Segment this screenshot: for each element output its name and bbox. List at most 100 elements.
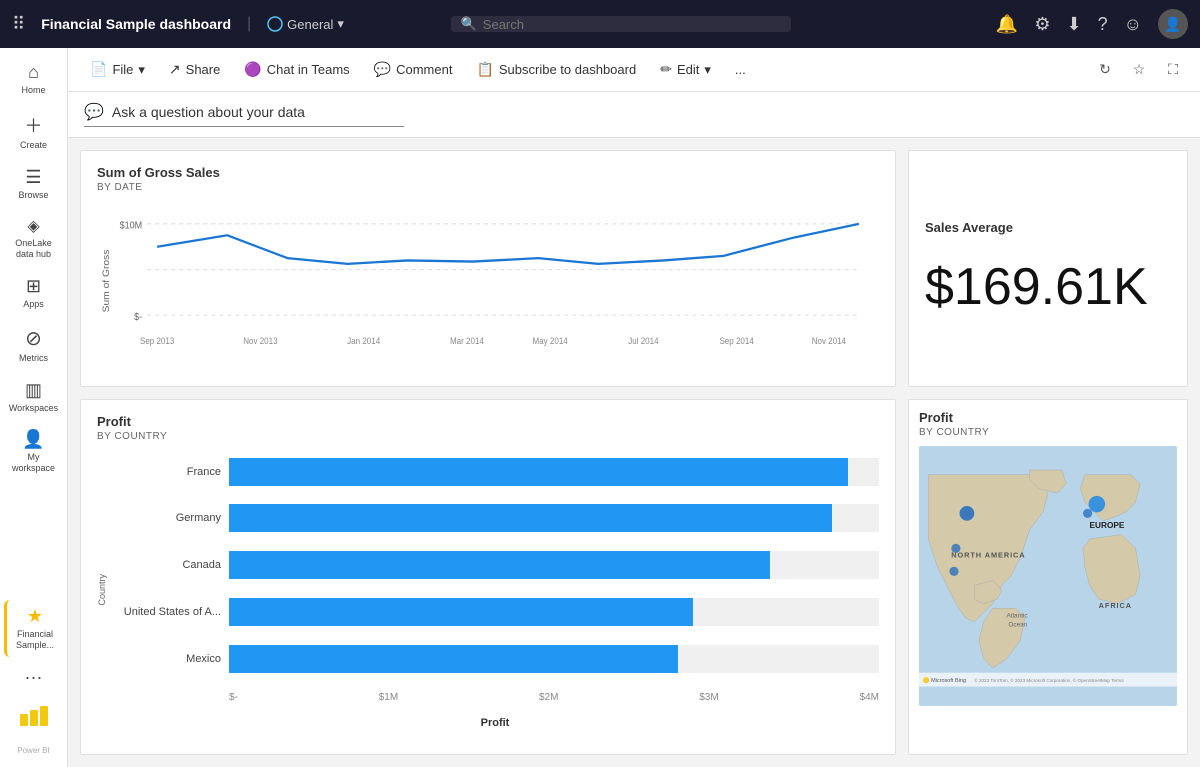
comment-button[interactable]: 💬 Comment	[364, 57, 463, 82]
bar-wrapper-usa	[229, 598, 879, 626]
bar-label-france: France	[111, 466, 221, 478]
svg-text:$-: $-	[134, 311, 142, 323]
edit-dropdown-icon: ▾	[704, 62, 711, 78]
ask-icon: 💬	[84, 102, 104, 122]
bar-row-france: France	[111, 454, 879, 490]
bar-wrapper-germany	[229, 504, 879, 532]
x-label-0: $-	[229, 692, 238, 703]
bar-fill-france	[229, 458, 848, 486]
map-subtitle: BY COUNTRY	[919, 427, 1177, 438]
ask-bar-inner[interactable]: 💬 Ask a question about your data	[84, 102, 404, 127]
download-icon[interactable]: ⬇	[1066, 14, 1081, 35]
feedback-icon[interactable]: ☺	[1124, 14, 1142, 35]
share-button[interactable]: ↗ Share	[159, 57, 230, 82]
browse-icon: ☰	[25, 167, 41, 188]
help-icon[interactable]: ?	[1098, 14, 1108, 35]
sales-avg-value: $169.61K	[925, 257, 1148, 317]
more-button[interactable]: ...	[725, 58, 756, 81]
svg-text:Sum of Gross: Sum of Gross	[102, 249, 112, 312]
bar-fill-mexico	[229, 645, 678, 673]
bar-chart-subtitle: BY COUNTRY	[97, 431, 879, 442]
sidebar-item-create[interactable]: ＋ Create	[4, 106, 64, 157]
bar-label-usa: United States of A...	[111, 606, 221, 618]
search-bar[interactable]: 🔍	[451, 16, 791, 32]
edit-icon: ✏	[660, 61, 672, 78]
bar-row-canada: Canada	[111, 547, 879, 583]
file-button[interactable]: 📄 File ▾	[80, 57, 155, 82]
notifications-icon[interactable]: 🔔	[996, 14, 1018, 35]
sidebar-item-more[interactable]: ···	[4, 661, 64, 694]
workspace-selector[interactable]: General ▾	[267, 16, 344, 32]
settings-icon[interactable]: ⚙	[1034, 14, 1050, 35]
bar-rows: France Germany	[111, 450, 879, 730]
svg-text:May 2014: May 2014	[533, 335, 568, 346]
sidebar-label-onelake: OneLake data hub	[12, 238, 56, 260]
svg-text:🟡 Microsoft Bing: 🟡 Microsoft Bing	[923, 675, 966, 683]
svg-text:Nov 2014: Nov 2014	[812, 335, 847, 346]
sidebar-item-financial-sample[interactable]: ★ Financial Sample...	[4, 600, 64, 657]
bar-x-axis-title: Profit	[111, 717, 879, 729]
powerbi-label: Power BI	[17, 746, 49, 755]
home-icon: ⌂	[28, 62, 39, 83]
bar-wrapper-mexico	[229, 645, 879, 673]
fullscreen-button[interactable]: ⛶	[1158, 55, 1188, 85]
svg-text:Ocean: Ocean	[1008, 621, 1027, 628]
more-label: ...	[735, 62, 746, 77]
my-workspace-icon: 👤	[22, 429, 44, 450]
svg-text:© 2023 TomTom, © 2023 Microsof: © 2023 TomTom, © 2023 Microsoft Corporat…	[974, 676, 1124, 682]
share-icon: ↗	[169, 61, 181, 78]
svg-text:EUROPE: EUROPE	[1089, 520, 1124, 530]
sidebar-label-browse: Browse	[18, 190, 48, 201]
line-chart-svg: $10M $- Sum of Gross Sep 2013 Nov 2013 J…	[97, 201, 879, 361]
file-label: File	[112, 62, 133, 77]
nav-icons-group: 🔔 ⚙ ⬇ ? ☺ 👤	[996, 9, 1188, 39]
bar-row-usa: United States of A...	[111, 594, 879, 630]
sidebar-item-browse[interactable]: ☰ Browse	[4, 161, 64, 207]
subscribe-button[interactable]: 📋 Subscribe to dashboard	[466, 57, 646, 82]
workspace-dropdown-icon: ▾	[337, 16, 344, 32]
bar-x-labels: $- $1M $2M $3M $4M	[111, 692, 879, 703]
edit-button[interactable]: ✏ Edit ▾	[650, 57, 721, 82]
favorite-button[interactable]: ☆	[1124, 55, 1154, 85]
sidebar-label-financial-sample: Financial Sample...	[15, 629, 56, 651]
x-label-2: $2M	[539, 692, 558, 703]
content-area: 📄 File ▾ ↗ Share 🟣 Chat in Teams 💬 Comme…	[68, 48, 1200, 767]
sidebar-label-home: Home	[21, 85, 45, 96]
map-container: NORTH AMERICA EUROPE Atlantic Ocean AFRI…	[919, 446, 1177, 706]
bar-row-germany: Germany	[111, 500, 879, 536]
sidebar-item-my-workspace[interactable]: 👤 My workspace	[4, 423, 64, 480]
svg-text:AFRICA: AFRICA	[1099, 601, 1132, 610]
search-icon: 🔍	[461, 16, 477, 32]
financial-sample-icon: ★	[27, 606, 43, 627]
bar-fill-canada	[229, 551, 770, 579]
apps-grid-icon[interactable]: ⠿	[12, 14, 25, 35]
onelake-icon: ◈	[27, 216, 39, 236]
comment-icon: 💬	[374, 61, 391, 78]
sidebar-item-home[interactable]: ⌂ Home	[4, 56, 64, 102]
line-chart-tile: Sum of Gross Sales BY DATE $10M $- Sum o…	[80, 150, 896, 387]
sidebar-item-apps[interactable]: ⊞ Apps	[4, 270, 64, 316]
dashboard-grid: Sum of Gross Sales BY DATE $10M $- Sum o…	[68, 138, 1200, 767]
app-title: Financial Sample dashboard	[41, 16, 231, 32]
x-label-3: $3M	[699, 692, 718, 703]
sales-avg-title: Sales Average	[925, 220, 1013, 235]
edit-label: Edit	[677, 62, 699, 77]
file-icon: 📄	[90, 61, 107, 78]
subscribe-icon: 📋	[476, 61, 493, 78]
ask-text: Ask a question about your data	[112, 104, 305, 120]
top-navigation: ⠿ Financial Sample dashboard | General ▾…	[0, 0, 1200, 48]
search-input[interactable]	[483, 17, 781, 32]
bar-label-canada: Canada	[111, 559, 221, 571]
user-avatar[interactable]: 👤	[1158, 9, 1188, 39]
chat-in-teams-button[interactable]: 🟣 Chat in Teams	[234, 57, 359, 82]
sidebar-item-metrics[interactable]: ⊘ Metrics	[4, 320, 64, 370]
metrics-icon: ⊘	[25, 326, 42, 351]
map-svg: NORTH AMERICA EUROPE Atlantic Ocean AFRI…	[919, 446, 1177, 706]
ask-question-bar[interactable]: 💬 Ask a question about your data	[68, 92, 1200, 138]
sidebar-item-onelake[interactable]: ◈ OneLake data hub	[4, 210, 64, 266]
x-label-4: $4M	[860, 692, 879, 703]
bar-row-mexico: Mexico	[111, 641, 879, 677]
refresh-button[interactable]: ↻	[1090, 55, 1120, 85]
apps-icon: ⊞	[26, 276, 41, 297]
sidebar-item-workspaces[interactable]: ▥ Workspaces	[4, 374, 64, 420]
